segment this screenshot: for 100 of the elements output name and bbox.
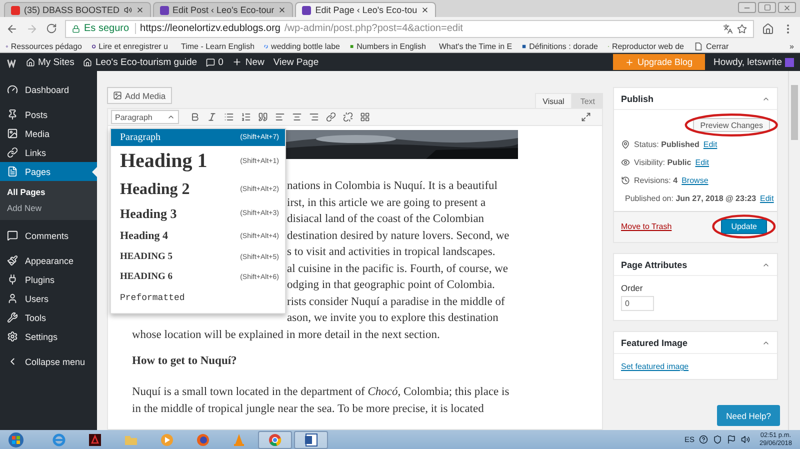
paragraph-line: al cuisine in the pacific is. Fourth, of course, we [287,262,508,274]
format-option[interactable]: Preformatted [111,287,285,309]
update-button[interactable]: Update [721,219,767,234]
close-icon [278,6,286,14]
url-path: /wp-admin/post.php?post=4&action=edit [284,23,463,34]
plug-icon [7,274,18,285]
edit-link[interactable]: Edit [703,140,718,149]
paragraph-line: odging in that geographic point of Colombia. [287,279,495,291]
back-icon [6,22,18,34]
heading-text: How to get to Nuquí? [132,355,237,367]
italic-icon [207,112,217,122]
close-icon [421,6,430,14]
reload-icon [46,23,57,34]
help-button[interactable]: Need Help? [717,405,780,426]
collapse-menu[interactable]: Collapse menu [0,352,97,371]
site-link[interactable]: Leo's Eco-tourism guide [83,56,198,68]
bookmark[interactable]: Reproductor web de [608,42,684,50]
menu-item[interactable]: Tools [0,308,97,327]
minimize-button[interactable] [738,2,756,13]
panel-title: Publish [621,94,654,104]
bookmark[interactable]: Ressources pédago [6,42,82,50]
trash-link[interactable]: Move to Trash [621,222,672,231]
url-host: https://leonelortizv.edublogs.org [140,23,280,34]
media-icon [113,91,122,100]
view-page-link[interactable]: View Page [273,56,319,68]
translate-icon [723,24,733,34]
featured-image-link[interactable]: Set featured image [614,354,777,379]
order-field[interactable]: 0 [621,296,654,311]
menu-item[interactable]: Posts [0,105,97,124]
pin-icon [7,109,18,120]
gauge-icon [7,84,18,95]
edit-link[interactable]: Edit [760,194,774,203]
bold-icon [190,112,200,122]
account-link[interactable]: Howdy, letswrite [714,56,794,68]
numbered-list-icon [241,112,251,122]
new-link[interactable]: New [232,56,264,68]
browser-icon [196,432,210,446]
menu-item[interactable]: Pages [0,162,97,181]
menu-item[interactable]: Dashboard [0,80,97,99]
document-icon [304,432,318,446]
forward-icon [26,22,38,34]
paintbrush-icon [7,255,18,266]
align-right-icon [309,112,319,122]
speech-bubble-icon [206,58,216,66]
menu-item[interactable]: Media [0,124,97,143]
eye-icon [621,158,630,167]
menu-item[interactable]: Settings [0,327,97,346]
menu-item[interactable]: Comments [0,226,97,245]
paragraph-line: irst, in this article we are going to present a [287,196,486,208]
taskbar-button[interactable] [294,430,328,448]
format-select[interactable]: Paragraph [111,110,179,124]
play-icon [160,432,174,446]
bookmark[interactable]: Cerrar [694,42,770,50]
avatar-icon [785,58,794,66]
publish-info: Revisions: 4 [634,176,678,185]
paragraph-line: destination desired by nature lovers. Second, we [287,230,510,242]
submenu-item[interactable]: Add New [0,200,97,216]
bookmark[interactable]: Numbers in English [350,42,426,50]
browser-tab[interactable]: Edit Post ‹ Leo's Eco-tour [152,2,294,17]
bookmark[interactable]: Time - Learn English [178,42,254,50]
circle-icon [92,42,96,50]
expand-icon [581,112,591,122]
address-field[interactable]: Es seguro https://leonelortizv.edublogs.org /wp-admin/post.php?post=4&action=edit [65,20,754,38]
bookmark[interactable]: What's the Time in E [436,42,512,50]
menu-item[interactable]: Plugins [0,270,97,289]
history-icon [621,176,630,185]
close-button[interactable] [778,2,796,13]
submenu-item[interactable]: All Pages [0,184,97,200]
home-icon [762,22,774,34]
link-icon [326,112,336,122]
security-label: Es seguro [84,23,136,34]
bullet-list-icon [224,112,234,122]
menu-item[interactable]: Appearance [0,251,97,270]
edit-link[interactable]: Browse [682,176,708,185]
edit-link[interactable]: Edit [695,158,710,167]
editor-tab[interactable]: Visual [534,93,572,108]
more-bookmarks[interactable]: » [790,42,794,50]
scrollbar[interactable] [788,71,800,430]
menu-item[interactable]: Users [0,289,97,308]
comments-link[interactable]: 0 [206,56,224,68]
help-icon [699,435,708,444]
browser-icon [268,432,282,446]
browser-tab[interactable]: (35) DBASS BOOSTED [4,2,151,17]
link-icon [7,147,18,158]
quote-icon [258,112,268,122]
bookmark[interactable]: wedding bottle labe [264,42,340,50]
bookmark[interactable]: Lire et enregistrer u [92,42,168,50]
image-icon [7,128,18,139]
paragraph-line: Nuquí is a small town located in the department of Chocó, Colombia; this place is [132,386,510,398]
align-center-icon [292,112,302,122]
lock-icon [72,24,80,32]
my-sites-link[interactable]: My Sites [26,56,74,68]
maximize-button[interactable] [758,2,776,13]
add-media-button[interactable]: Add Media [107,87,172,104]
preview-changes-button[interactable]: Preview Changes [693,118,770,132]
menu-item[interactable]: Links [0,143,97,162]
bookmark[interactable]: Définitions : dorade [522,42,598,50]
unlink-icon [343,112,353,122]
panel-title: Page Attributes [621,260,688,270]
browser-tab[interactable]: Edit Page ‹ Leo's Eco-tou [295,2,436,17]
